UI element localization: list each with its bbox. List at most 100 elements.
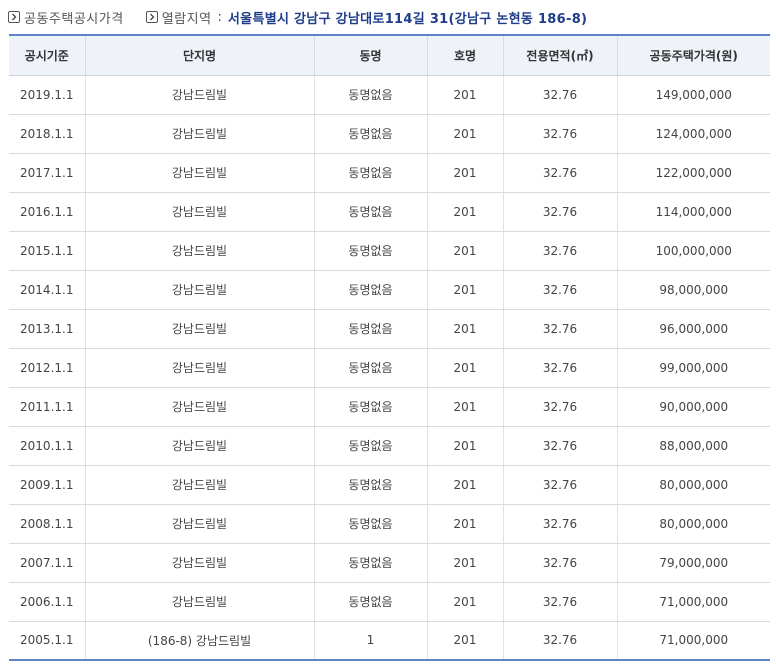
price-table-container: 공시기준 단지명 동명 호명 전용면적(㎡) 공동주택가격(원) 2019.1.1 강남드림…	[9, 34, 770, 661]
cell-unit-name: 201	[426, 270, 503, 310]
table-row: 2017.1.1 강남드림빌 동명없음 201 32.76 122,000,000	[9, 153, 770, 193]
header-housing-price: 공동주택가격(원)	[616, 34, 770, 76]
cell-complex-name: 강남드림빌	[84, 387, 314, 427]
cell-disclosure-date: 2019.1.1	[9, 75, 85, 115]
cell-exclusive-area: 32.76	[502, 153, 617, 193]
cell-housing-price: 122,000,000	[616, 153, 770, 193]
table-row: 2015.1.1 강남드림빌 동명없음 201 32.76 100,000,000	[9, 231, 770, 271]
cell-housing-price: 79,000,000	[616, 543, 770, 583]
cell-housing-price: 80,000,000	[616, 465, 770, 505]
cell-housing-price: 96,000,000	[616, 309, 770, 349]
cell-unit-name: 201	[426, 621, 503, 661]
cell-housing-price: 114,000,000	[616, 192, 770, 232]
header-unit-name: 호명	[426, 34, 503, 76]
cell-unit-name: 201	[426, 465, 503, 505]
cell-disclosure-date: 2012.1.1	[9, 348, 85, 388]
cell-building-name: 동명없음	[313, 270, 427, 310]
table-row: 2005.1.1 (186-8) 강남드림빌 1 201 32.76 71,000,000	[9, 621, 770, 661]
cell-housing-price: 99,000,000	[616, 348, 770, 388]
location-value: 서울특별시 강남구 강남대로114길 31(강남구 논현동 186-8)	[227, 11, 588, 27]
cell-building-name: 동명없음	[313, 582, 427, 622]
table-row: 2006.1.1 강남드림빌 동명없음 201 32.76 71,000,000	[9, 582, 770, 622]
table-row: 2007.1.1 강남드림빌 동명없음 201 32.76 79,000,000	[9, 543, 770, 583]
table-row: 2011.1.1 강남드림빌 동명없음 201 32.76 90,000,000	[9, 387, 770, 427]
cell-unit-name: 201	[426, 582, 503, 622]
cell-complex-name: 강남드림빌	[84, 153, 314, 193]
cell-unit-name: 201	[426, 114, 503, 154]
table-row: 2009.1.1 강남드림빌 동명없음 201 32.76 80,000,000	[9, 465, 770, 505]
price-history-table: 공시기준 단지명 동명 호명 전용면적(㎡) 공동주택가격(원) 2019.1.1 강남드림…	[9, 34, 770, 661]
cell-building-name: 동명없음	[313, 504, 427, 544]
cell-unit-name: 201	[426, 543, 503, 583]
cell-building-name: 동명없음	[313, 114, 427, 154]
table-row: 2019.1.1 강남드림빌 동명없음 201 32.76 149,000,000	[9, 75, 770, 115]
cell-unit-name: 201	[426, 504, 503, 544]
header-exclusive-area: 전용면적(㎡)	[502, 34, 617, 76]
cell-disclosure-date: 2013.1.1	[9, 309, 85, 349]
cell-complex-name: 강남드림빌	[84, 426, 314, 466]
cell-complex-name: 강남드림빌	[84, 465, 314, 505]
cell-unit-name: 201	[426, 153, 503, 193]
table-row: 2016.1.1 강남드림빌 동명없음 201 32.76 114,000,000	[9, 192, 770, 232]
cell-exclusive-area: 32.76	[502, 270, 617, 310]
cell-building-name: 동명없음	[313, 387, 427, 427]
cell-disclosure-date: 2010.1.1	[9, 426, 85, 466]
cell-disclosure-date: 2014.1.1	[9, 270, 85, 310]
cell-exclusive-area: 32.76	[502, 621, 617, 661]
cell-housing-price: 98,000,000	[616, 270, 770, 310]
cell-disclosure-date: 2009.1.1	[9, 465, 85, 505]
cell-housing-price: 71,000,000	[616, 582, 770, 622]
cell-housing-price: 124,000,000	[616, 114, 770, 154]
cell-unit-name: 201	[426, 231, 503, 271]
cell-building-name: 동명없음	[313, 153, 427, 193]
cell-exclusive-area: 32.76	[502, 582, 617, 622]
table-row: 2014.1.1 강남드림빌 동명없음 201 32.76 98,000,000	[9, 270, 770, 310]
table-row: 2018.1.1 강남드림빌 동명없음 201 32.76 124,000,000	[9, 114, 770, 154]
chevron-right-box-icon	[145, 11, 158, 23]
location-label: 열람지역	[161, 11, 212, 27]
breadcrumb-location: 열람지역 : 서울특별시 강남구 강남대로114길 31(강남구 논현동 186…	[145, 8, 588, 27]
table-body: 2019.1.1 강남드림빌 동명없음 201 32.76 149,000,000 2018…	[9, 75, 770, 661]
cell-exclusive-area: 32.76	[502, 426, 617, 466]
cell-disclosure-date: 2016.1.1	[9, 192, 85, 232]
chevron-right-box-icon	[8, 11, 20, 23]
table-row: 2013.1.1 강남드림빌 동명없음 201 32.76 96,000,000	[9, 309, 770, 349]
cell-housing-price: 80,000,000	[616, 504, 770, 544]
table-row: 2010.1.1 강남드림빌 동명없음 201 32.76 88,000,000	[9, 426, 770, 466]
cell-building-name: 동명없음	[313, 309, 427, 349]
cell-exclusive-area: 32.76	[502, 465, 617, 505]
cell-complex-name: 강남드림빌	[84, 309, 314, 349]
cell-housing-price: 71,000,000	[616, 621, 770, 661]
cell-complex-name: 강남드림빌	[84, 75, 314, 115]
cell-complex-name: (186-8) 강남드림빌	[84, 621, 314, 661]
section-label: 공동주택공시가격	[24, 11, 124, 27]
header-disclosure-date: 공시기준	[9, 34, 85, 76]
cell-disclosure-date: 2008.1.1	[9, 504, 85, 544]
cell-exclusive-area: 32.76	[502, 231, 617, 271]
cell-unit-name: 201	[426, 192, 503, 232]
cell-housing-price: 88,000,000	[616, 426, 770, 466]
cell-exclusive-area: 32.76	[502, 543, 617, 583]
cell-disclosure-date: 2015.1.1	[9, 231, 85, 271]
table-header-row: 공시기준 단지명 동명 호명 전용면적(㎡) 공동주택가격(원)	[9, 34, 770, 76]
cell-exclusive-area: 32.76	[502, 114, 617, 154]
cell-exclusive-area: 32.76	[502, 387, 617, 427]
cell-housing-price: 90,000,000	[616, 387, 770, 427]
cell-building-name: 동명없음	[313, 543, 427, 583]
cell-building-name: 동명없음	[313, 348, 427, 388]
cell-building-name: 동명없음	[313, 192, 427, 232]
cell-housing-price: 100,000,000	[616, 231, 770, 271]
cell-housing-price: 149,000,000	[616, 75, 770, 115]
cell-complex-name: 강남드림빌	[84, 582, 314, 622]
cell-exclusive-area: 32.76	[502, 309, 617, 349]
cell-exclusive-area: 32.76	[502, 192, 617, 232]
location-separator: :	[217, 9, 222, 25]
cell-complex-name: 강남드림빌	[84, 504, 314, 544]
cell-disclosure-date: 2007.1.1	[9, 543, 85, 583]
cell-building-name: 동명없음	[313, 75, 427, 115]
cell-unit-name: 201	[426, 309, 503, 349]
cell-exclusive-area: 32.76	[502, 504, 617, 544]
header-complex-name: 단지명	[84, 34, 314, 76]
cell-complex-name: 강남드림빌	[84, 270, 314, 310]
cell-disclosure-date: 2018.1.1	[9, 114, 85, 154]
